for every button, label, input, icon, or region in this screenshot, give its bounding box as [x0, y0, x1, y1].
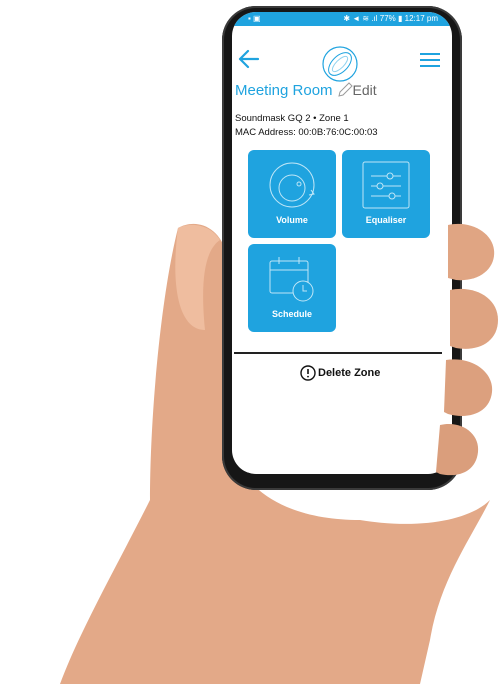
hand-fingers — [436, 223, 498, 476]
product-photo: ▪ ▣ ✱ ◄ ≋ .ıl 77% ▮ 12:17 pm Meeting Roo… — [0, 0, 500, 684]
